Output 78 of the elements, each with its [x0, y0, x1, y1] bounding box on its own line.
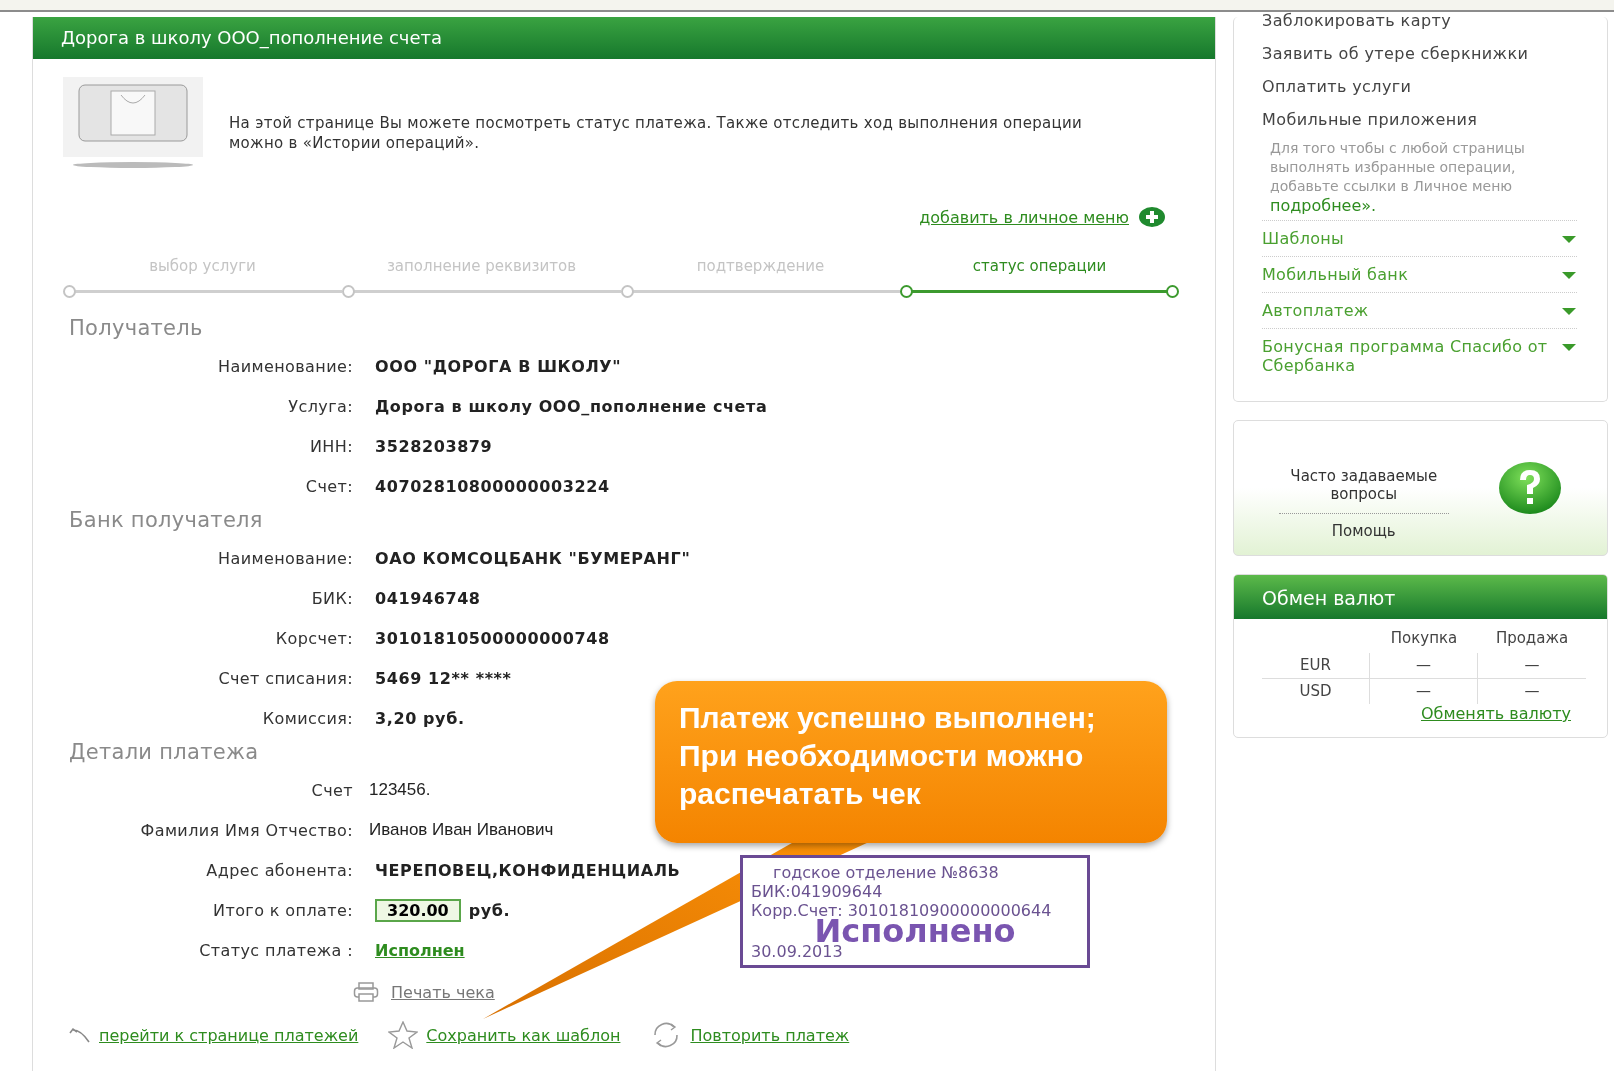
field-value: 5469 12** **** — [375, 668, 512, 688]
field-value: 3,20 руб. — [375, 708, 465, 728]
caret-icon[interactable] — [1561, 307, 1577, 316]
table-cell: EUR — [1262, 653, 1370, 679]
question-icon[interactable] — [1498, 461, 1563, 515]
exchange-title: Обмен валют — [1234, 575, 1607, 619]
amount-value: 320.00 — [375, 898, 461, 922]
menu-item[interactable]: Заявить об утере сберкнижки — [1262, 44, 1577, 63]
intro-text: На этой странице Вы можете посмотреть статус платежа. Также отследить ход выполнения операции можно в «Истории операций». — [229, 113, 1084, 153]
stamp-date: 30.09.2013 — [751, 942, 844, 961]
field-value: 3528203879 — [375, 436, 493, 456]
menu-item[interactable]: Заблокировать карту — [1262, 11, 1577, 30]
field-value: 40702810800000003224 — [375, 476, 610, 496]
menu-item[interactable]: Оплатить услуги — [1262, 77, 1577, 96]
field-value: ЧЕРЕПОВЕЦ,КОНФИДЕНЦИАЛЬ — [375, 860, 681, 880]
field-label: Счет — [310, 780, 353, 800]
field-label: Корсчет: — [274, 628, 353, 648]
action-link[interactable]: Сохранить как шаблон — [426, 1025, 621, 1045]
field-value: 041946748 — [375, 588, 481, 608]
callout-text: Платеж успешно выполнен; — [679, 700, 1097, 736]
field-label: Услуга: — [287, 396, 353, 416]
status-link[interactable]: Исполнен — [375, 940, 465, 960]
more-link[interactable]: подробнее». — [1270, 196, 1377, 215]
column-header: Продажа — [1494, 628, 1570, 649]
action-link[interactable]: Повторить платеж — [690, 1025, 850, 1045]
field-value: 30101810500000000748 — [375, 628, 610, 648]
callout-text: При необходимости можно — [679, 738, 1085, 774]
action-link[interactable]: перейти к странице платежей — [99, 1025, 359, 1045]
accordion-item[interactable]: Шаблоны — [1262, 220, 1577, 256]
field-value: Дорога в школу ООО_пополнение счета — [375, 396, 768, 416]
stamp-text: годское отделение №8638 — [772, 863, 1000, 882]
star-icon[interactable] — [388, 1021, 419, 1049]
field-label: ИНН: — [308, 436, 353, 456]
stamp-text: Корр.Счет: 30101810900000000644 — [751, 901, 1053, 920]
field-label: Наименование: — [217, 356, 353, 376]
print-receipt-link[interactable]: Печать чека — [391, 982, 495, 1002]
table-cell: — — [1370, 679, 1478, 704]
field-value: 123456. — [369, 780, 431, 800]
stamp-mark: Исполнено — [814, 920, 1016, 942]
faq-link[interactable]: Часто задаваемые вопросы — [1278, 466, 1449, 514]
caret-icon[interactable] — [1561, 271, 1577, 280]
caret-icon[interactable] — [1561, 235, 1577, 244]
field-label: БИК: — [310, 588, 353, 608]
accordion-item[interactable]: Бонусная программа Спасибо от Сбербанка — [1262, 328, 1577, 383]
field-label: Счет списания: — [217, 668, 353, 688]
field-label: Адрес абонента: — [205, 860, 353, 880]
field-label: Наименование: — [217, 548, 353, 568]
field-label: Статус платежа : — [198, 940, 353, 960]
exchange-link[interactable]: Обменять валюту — [1234, 704, 1571, 723]
callout-text: распечатать чек — [679, 776, 922, 812]
stamp-text: БИК:041909644 — [751, 882, 884, 901]
column-header: Покупка — [1389, 628, 1459, 649]
field-label: Комиссия: — [261, 708, 353, 728]
accordion-item[interactable]: Мобильный банк — [1262, 256, 1577, 292]
section-title: Получатель — [69, 316, 203, 340]
field-value: ООО "ДОРОГА В ШКОЛУ" — [375, 356, 622, 376]
field-label: Фамилия Имя Отчество: — [139, 820, 353, 840]
help-link[interactable]: Помощь — [1331, 521, 1396, 540]
menu-item[interactable]: Мобильные приложения — [1262, 110, 1577, 129]
field-label: Итого к оплате: — [212, 900, 353, 920]
caret-icon[interactable] — [1561, 343, 1577, 352]
table-cell-text: — — [1523, 681, 1541, 702]
page-title: Дорога в школу ООО_пополнение счета — [33, 17, 1215, 59]
table-cell: — — [1370, 653, 1478, 679]
back-arrow-icon[interactable] — [69, 1026, 91, 1044]
accordion-item[interactable]: Автоплатеж — [1262, 292, 1577, 328]
add-to-menu-link[interactable]: добавить в личное меню — [919, 207, 1129, 227]
section-title: Банк получателя — [69, 508, 263, 532]
table-cell: USD — [1262, 679, 1370, 704]
field-value: ОАО КОМСОЦБАНК "БУМЕРАНГ" — [375, 548, 691, 568]
section-title: Детали платежа — [69, 740, 259, 764]
table-cell: — — [1478, 653, 1586, 679]
currency-unit: руб. — [468, 900, 511, 920]
field-label: Счет: — [304, 476, 353, 496]
plus-icon[interactable] — [1139, 206, 1165, 228]
field-value: Иванов Иван Иванович — [369, 820, 554, 840]
printer-icon[interactable] — [353, 982, 379, 1002]
hint-text: Для того чтобы с любой страницы выполнять избранные операции, добавьте ссылки в Личное меню подробнее». — [1270, 139, 1526, 216]
